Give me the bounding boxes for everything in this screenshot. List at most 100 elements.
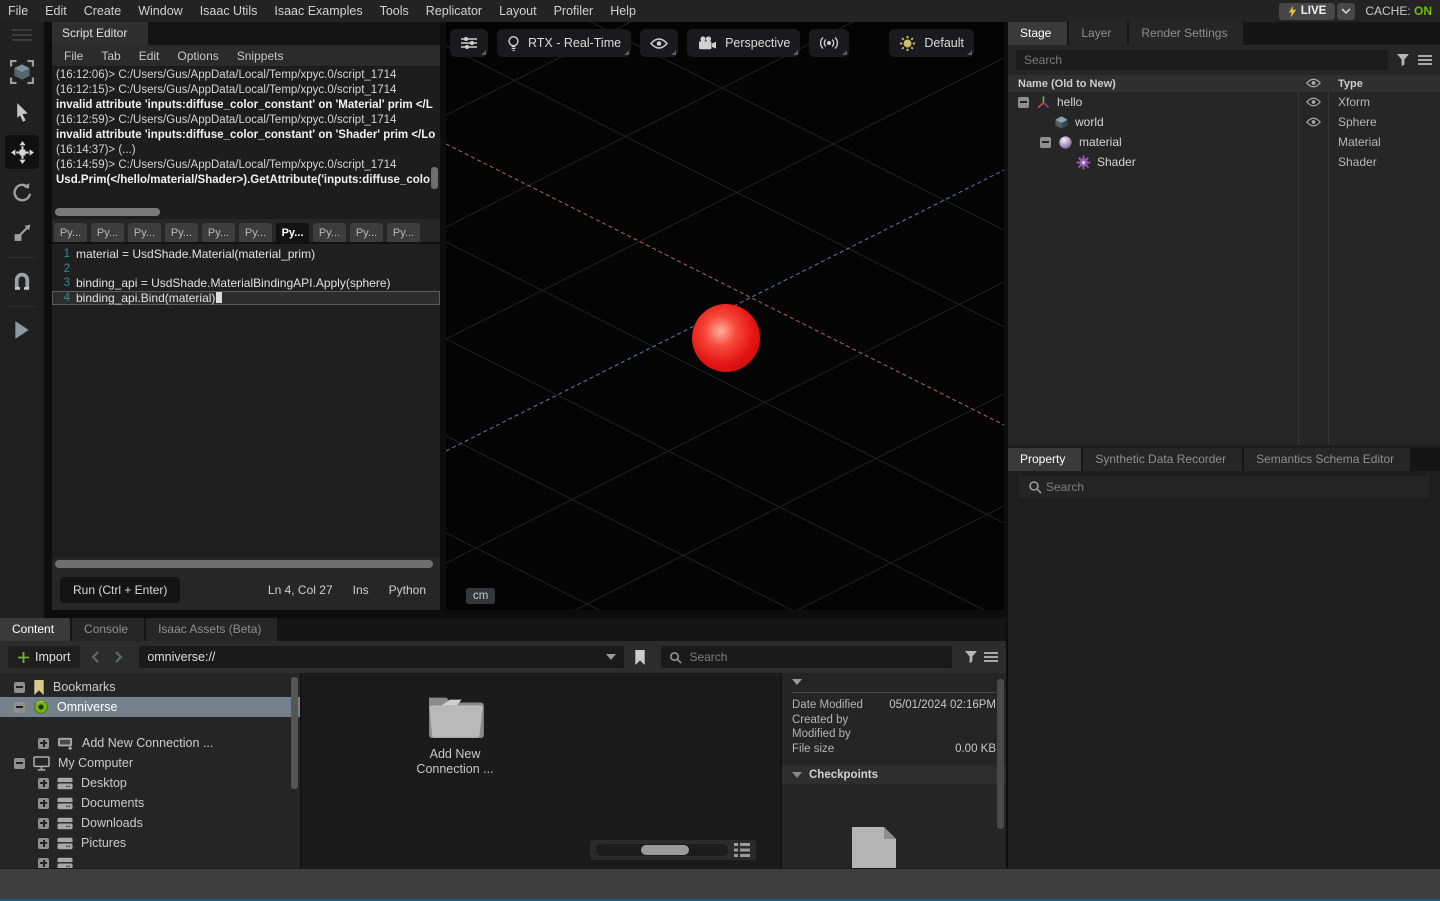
language-label[interactable]: Python (389, 583, 426, 597)
tree-item-partial[interactable] (0, 853, 300, 868)
column-type[interactable]: Type (1338, 78, 1363, 90)
py-script-tab-active[interactable]: Py... (276, 223, 309, 242)
checkpoints-section-header[interactable]: Checkpoints (782, 765, 1006, 784)
tree-vertical-scrollbar[interactable] (291, 677, 298, 789)
checkpoints-collapse-icon[interactable] (792, 772, 802, 778)
insert-mode[interactable]: Ins (353, 583, 369, 597)
py-script-tab[interactable]: Py... (54, 223, 87, 242)
collapse-expander-icon[interactable] (1040, 137, 1051, 148)
py-script-tab[interactable]: Py... (239, 223, 272, 242)
tab-render-settings[interactable]: Render Settings (1129, 22, 1243, 45)
tab-console[interactable]: Console (72, 618, 144, 641)
py-script-tab[interactable]: Py... (350, 223, 383, 242)
tree-item-downloads[interactable]: Downloads (0, 813, 300, 833)
collapse-expander-icon[interactable] (14, 702, 25, 713)
filter-icon[interactable] (1396, 53, 1410, 67)
back-button[interactable] (86, 646, 103, 668)
rotate-tool-icon[interactable] (5, 175, 39, 209)
content-files-grid[interactable]: Add New Connection ... (300, 673, 780, 868)
file-item-add-new-connection[interactable]: Add New Connection ... (398, 689, 512, 777)
tree-item-pictures[interactable]: Pictures (0, 833, 300, 853)
menu-isaac-examples[interactable]: Isaac Examples (274, 4, 362, 18)
tab-isaac-assets[interactable]: Isaac Assets (Beta) (146, 618, 277, 641)
snap-magnet-icon[interactable] (5, 264, 39, 298)
path-field[interactable]: omniverse:// (139, 646, 624, 668)
stage-row-material[interactable]: material Material (1008, 132, 1440, 152)
tab-layer[interactable]: Layer (1069, 22, 1127, 45)
scale-tool-icon[interactable] (5, 215, 39, 249)
py-script-tab[interactable]: Py... (165, 223, 198, 242)
se-menu-options[interactable]: Options (177, 49, 218, 63)
stage-row-world[interactable]: world Sphere (1008, 112, 1440, 132)
list-view-icon[interactable] (734, 843, 750, 857)
script-output-log[interactable]: (16:12:06)> C:/Users/Gus/AppData/Local/T… (52, 67, 440, 219)
se-menu-edit[interactable]: Edit (139, 49, 160, 63)
live-dropdown-button[interactable] (1337, 3, 1355, 20)
details-collapse-icon[interactable] (792, 679, 802, 685)
visibility-eye-icon[interactable] (1306, 117, 1321, 127)
run-button[interactable]: Run (Ctrl + Enter) (60, 577, 180, 603)
py-script-tab[interactable]: Py... (313, 223, 346, 242)
options-menu-icon[interactable] (984, 651, 998, 663)
content-search-input[interactable] (661, 646, 952, 668)
py-script-tab[interactable]: Py... (91, 223, 124, 242)
tab-synthetic-data-recorder[interactable]: Synthetic Data Recorder (1083, 448, 1242, 471)
menu-help[interactable]: Help (610, 4, 636, 18)
column-visibility-eye-icon[interactable] (1306, 78, 1321, 88)
menu-create[interactable]: Create (84, 4, 122, 18)
options-menu-icon[interactable] (1418, 54, 1432, 66)
visibility-button[interactable] (640, 29, 678, 57)
menu-window[interactable]: Window (138, 4, 182, 18)
forward-button[interactable] (110, 646, 127, 668)
tree-item-add-new-connection[interactable]: Add New Connection ... (0, 733, 300, 753)
play-button-icon[interactable] (5, 313, 39, 347)
py-script-tab[interactable]: Py... (128, 223, 161, 242)
path-dropdown-icon[interactable] (606, 654, 616, 660)
menu-replicator[interactable]: Replicator (426, 4, 482, 18)
tree-item-omniverse[interactable]: Omniverse (0, 697, 300, 717)
py-script-tab[interactable]: Py... (202, 223, 235, 242)
collapse-expander-icon[interactable] (14, 682, 25, 693)
tree-item-bookmarks[interactable]: Bookmarks (0, 677, 300, 697)
palette-grip-icon[interactable] (12, 29, 32, 41)
menu-layout[interactable]: Layout (499, 4, 537, 18)
log-horizontal-scrollbar[interactable] (55, 208, 160, 216)
stage-search-input[interactable] (1016, 50, 1388, 70)
collapse-expander-icon[interactable] (1018, 97, 1029, 108)
zoom-slider[interactable] (596, 844, 728, 856)
live-button[interactable]: LIVE (1279, 3, 1336, 20)
tree-item-documents[interactable]: Documents (0, 793, 300, 813)
tab-script-editor[interactable]: Script Editor (52, 22, 148, 45)
tree-item-my-computer[interactable]: My Computer (0, 753, 300, 773)
viewport-settings-button[interactable] (450, 29, 488, 57)
log-vertical-scrollbar[interactable] (431, 167, 438, 189)
property-search-input[interactable] (1018, 476, 1430, 498)
expand-expander-icon[interactable] (38, 778, 49, 789)
lighting-button[interactable]: Default (889, 29, 974, 57)
audio-button[interactable] (809, 29, 849, 57)
menu-tools[interactable]: Tools (380, 4, 409, 18)
filter-icon[interactable] (964, 650, 978, 664)
tab-stage[interactable]: Stage (1008, 22, 1067, 45)
details-vertical-scrollbar[interactable] (997, 679, 1004, 829)
expand-expander-icon[interactable] (38, 838, 49, 849)
import-button[interactable]: Import (8, 646, 80, 668)
menu-edit[interactable]: Edit (45, 4, 67, 18)
bookmark-icon[interactable] (630, 646, 649, 668)
render-mode-button[interactable]: RTX - Real-Time (497, 29, 631, 57)
visibility-eye-icon[interactable] (1306, 97, 1321, 107)
camera-button[interactable]: Perspective (687, 29, 800, 57)
tab-semantics-schema-editor[interactable]: Semantics Schema Editor (1244, 448, 1410, 471)
se-menu-snippets[interactable]: Snippets (237, 49, 284, 63)
menu-isaac-utils[interactable]: Isaac Utils (200, 4, 258, 18)
expand-expander-icon[interactable] (38, 798, 49, 809)
viewport-3d[interactable]: RTX - Real-Time Perspective Default cm (446, 22, 1004, 610)
column-name[interactable]: Name (Old to New) (1008, 78, 1116, 90)
tab-property[interactable]: Property (1008, 448, 1081, 471)
expand-expander-icon[interactable] (38, 738, 49, 749)
collapse-expander-icon[interactable] (14, 758, 25, 769)
stage-row-shader[interactable]: Shader Shader (1008, 152, 1440, 172)
zoom-slider-handle[interactable] (641, 845, 689, 855)
se-menu-file[interactable]: File (64, 49, 83, 63)
se-menu-tab[interactable]: Tab (101, 49, 120, 63)
